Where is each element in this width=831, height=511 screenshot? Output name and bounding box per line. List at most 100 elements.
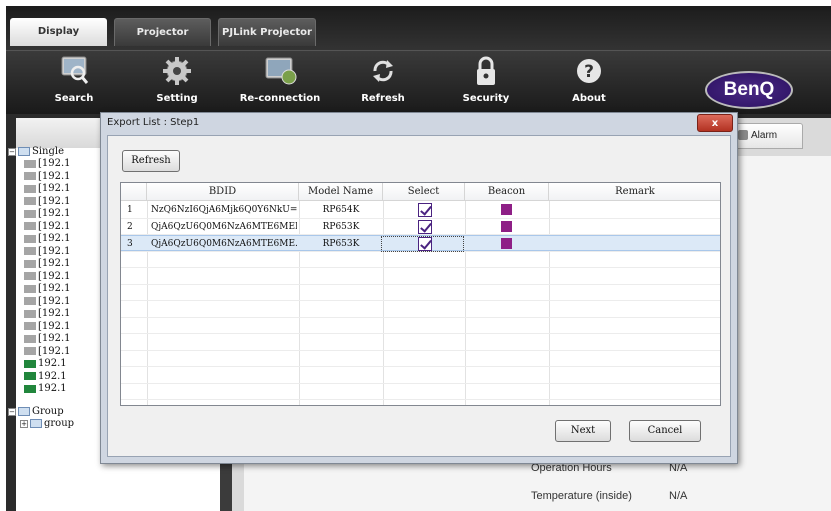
tree-item-device[interactable]: 192.1: [24, 383, 67, 395]
device-offline-icon: [24, 222, 36, 230]
setting-button[interactable]: Setting: [132, 55, 222, 104]
tab-alarm[interactable]: Alarm: [733, 123, 803, 149]
select-checkbox[interactable]: [418, 203, 432, 217]
tree-item-device[interactable]: 192.1: [24, 358, 67, 370]
row-index: 3: [127, 239, 133, 249]
tab-pjlink-projector[interactable]: PJLink Projector: [218, 18, 316, 46]
group-folder-icon: [30, 419, 42, 428]
tree-node-single[interactable]: − Single: [8, 146, 64, 158]
tree-item-device[interactable]: [192.1: [24, 208, 71, 220]
tree-group-child-label: group: [44, 418, 75, 429]
monitor-group-icon: [18, 147, 30, 156]
help-icon: ?: [577, 59, 601, 83]
temperature-value: N/A: [669, 490, 688, 502]
about-button[interactable]: ? About: [544, 55, 634, 104]
tree-item-device[interactable]: [192.1: [24, 171, 71, 183]
table-row[interactable]: 1 NzQ6NzI6QjA6Mjk6Q0Y6NkU= RP654K: [121, 202, 720, 218]
tree-item-device[interactable]: [192.1: [24, 258, 71, 270]
beacon-indicator[interactable]: [501, 204, 512, 215]
reconnection-button[interactable]: Re-connection: [235, 55, 325, 104]
row-index: 1: [127, 205, 133, 215]
tree-item-device[interactable]: [192.1: [24, 308, 71, 320]
search-icon: [61, 56, 89, 84]
beacon-indicator[interactable]: [501, 220, 512, 232]
tree-item-device[interactable]: [192.1: [24, 183, 71, 195]
tree-item-device[interactable]: [192.1: [24, 321, 71, 333]
close-button[interactable]: x: [697, 114, 733, 132]
device-offline-icon: [24, 234, 36, 243]
tree-item-device[interactable]: [192.1: [24, 271, 71, 283]
device-offline-icon: [24, 272, 36, 280]
device-offline-icon: [24, 309, 36, 318]
tree-node-group-child[interactable]: + group: [20, 418, 74, 430]
tab-display[interactable]: Display: [10, 18, 107, 46]
device-online-icon: [24, 384, 36, 393]
search-button[interactable]: Search: [29, 55, 119, 104]
tree-item-device[interactable]: [192.1: [24, 158, 71, 170]
tree-item-label: [192.1: [38, 308, 71, 319]
tree-item-label: [192.1: [38, 258, 71, 269]
device-offline-icon: [24, 347, 36, 355]
cancel-button[interactable]: Cancel: [629, 420, 701, 442]
remark-cell: [553, 202, 719, 218]
search-label: Search: [54, 93, 94, 104]
grid-row-line: [121, 300, 720, 301]
device-online-icon: [24, 359, 36, 368]
tree-item-label: [192.1: [38, 270, 71, 282]
tree-item-label: [192.1: [38, 233, 71, 244]
device-offline-icon: [24, 209, 36, 218]
reconnection-label: Re-connection: [239, 93, 321, 104]
alarm-tab-label: Alarm: [751, 130, 778, 141]
select-checkbox[interactable]: [418, 219, 432, 234]
tree-node-group[interactable]: − Group: [8, 406, 64, 418]
column-model-name[interactable]: Model Name: [299, 183, 383, 201]
tree-item-device[interactable]: [192.1: [24, 296, 71, 308]
column-bdid[interactable]: BDID: [147, 183, 299, 201]
tree-item-device[interactable]: 192.1: [24, 371, 67, 383]
tab-projector[interactable]: Projector: [114, 18, 211, 46]
next-button[interactable]: Next: [555, 420, 611, 442]
tree-item-label: [192.1: [38, 333, 71, 344]
grid-row-line: [121, 349, 720, 351]
tree-item-device[interactable]: [192.1: [24, 221, 71, 233]
reconnect-icon: [265, 57, 297, 85]
refresh-list-button[interactable]: Refresh: [122, 150, 180, 172]
grid-row-line: [121, 382, 720, 384]
expand-icon[interactable]: +: [20, 419, 28, 428]
lock-icon: [477, 56, 495, 85]
column-select[interactable]: Select: [383, 183, 465, 201]
device-offline-icon: [24, 197, 36, 205]
column-remark[interactable]: Remark: [549, 183, 720, 201]
column-beacon[interactable]: Beacon: [465, 183, 549, 201]
collapse-icon[interactable]: −: [8, 147, 16, 156]
dialog-body: Refresh BDID Model Name Select Beacon Re…: [107, 135, 731, 457]
tree-item-device[interactable]: [192.1: [24, 333, 71, 345]
table-row[interactable]: 3 QjA6QzU6Q0M6NzA6MTE6ME... RP653K: [121, 235, 720, 252]
security-button[interactable]: Security: [441, 55, 531, 104]
refresh-button[interactable]: Refresh: [338, 55, 428, 104]
tree-item-label: [192.1: [38, 295, 71, 307]
device-offline-icon: [24, 172, 36, 180]
tree-item-device[interactable]: [192.1: [24, 246, 71, 258]
tree-item-label: 192.1: [38, 383, 67, 394]
tree-item-device[interactable]: [192.1: [24, 196, 71, 208]
top-tab-strip: Display Projector PJLink Projector: [6, 6, 831, 50]
collapse-icon[interactable]: −: [8, 407, 16, 416]
remark-cell: [553, 219, 719, 235]
grid-row-line: [121, 366, 720, 367]
tree-item-device[interactable]: [192.1: [24, 283, 71, 295]
grid-row-line: [121, 333, 720, 334]
security-label: Security: [462, 93, 510, 104]
export-list-dialog: Export List : Step1 x Refresh BDID Model…: [100, 112, 738, 464]
beacon-indicator[interactable]: [501, 238, 512, 249]
table-row[interactable]: 2 QjA6QzU6Q0M6NzA6MTE6MEI= RP653K: [121, 219, 720, 235]
refresh-icon: [373, 60, 393, 82]
tree-item-device[interactable]: [192.1: [24, 233, 71, 245]
bdid-cell: QjA6QzU6Q0M6NzA6MTE6ME...: [151, 239, 297, 249]
group-folder-icon: [18, 407, 30, 416]
tree-item-device[interactable]: [192.1: [24, 346, 71, 358]
device-grid: BDID Model Name Select Beacon Remark 1 Nz…: [120, 182, 721, 406]
bdid-cell: NzQ6NzI6QjA6Mjk6Q0Y6NkU=: [151, 205, 297, 215]
app-window: Display Projector PJLink Projector Searc…: [6, 6, 831, 511]
temperature-label: Temperature (inside): [531, 490, 632, 502]
